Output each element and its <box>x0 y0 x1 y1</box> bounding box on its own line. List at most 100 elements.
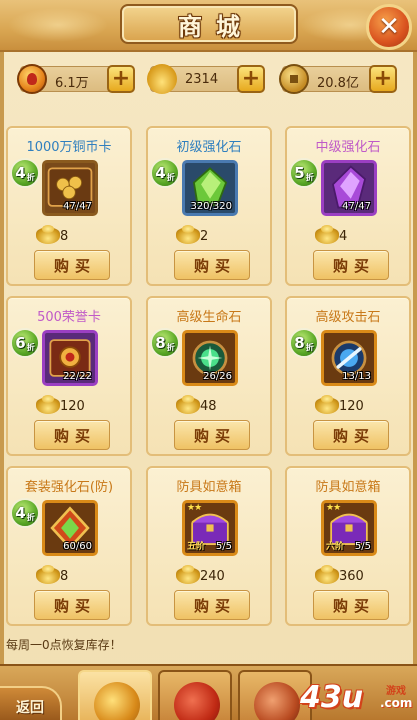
item-name: 高级攻击石 <box>315 310 381 325</box>
item-price: 8 <box>60 569 69 584</box>
add-honor-button[interactable]: + <box>107 65 135 93</box>
gold-ingot-icon <box>176 395 200 414</box>
item-slot[interactable]: 47/47 <box>42 160 98 216</box>
discount-badge: 8折 <box>150 328 180 358</box>
close-icon: ✕ <box>378 12 400 42</box>
stock-count: 5/5 <box>215 541 232 552</box>
stock-count: 60/60 <box>63 541 92 552</box>
shop-item-card: 套装强化石(防) 4折 60/60 8 购买 <box>6 466 132 626</box>
item-price: 4 <box>339 229 348 244</box>
stock-count: 47/47 <box>63 201 92 212</box>
discount-badge: 4折 <box>10 158 40 188</box>
stock-count: 5/5 <box>354 541 371 552</box>
gold-ingot-icon <box>36 395 60 414</box>
gold-ingot-icon <box>315 225 339 244</box>
gold-ingot-icon <box>36 225 60 244</box>
shop-item-card: 500荣誉卡 6折 22/22 120 购买 <box>6 296 132 456</box>
shop-item-card: 高级生命石 8折 26/26 48 购买 <box>146 296 272 456</box>
ornament-left <box>8 8 108 42</box>
item-price: 8 <box>60 229 69 244</box>
shop-item-card: 防具如意箱 ★★ 六阶 5/5 360 购买 <box>285 466 411 626</box>
shop-item-card: 高级攻击石 8折 13/13 120 购买 <box>285 296 411 456</box>
item-slot[interactable]: 60/60 <box>42 500 98 556</box>
restock-note: 每周一0点恢复库存！ <box>6 638 122 652</box>
item-slot[interactable]: 26/26 <box>182 330 238 386</box>
character-icon <box>254 682 300 720</box>
discount-badge: 5折 <box>289 158 319 188</box>
honor-medal-icon <box>17 64 47 94</box>
shop-item-card: 1000万铜币卡 4折 47/47 8 购买 <box>6 126 132 286</box>
buy-button[interactable]: 购买 <box>313 420 389 450</box>
logo-text: 43u <box>300 680 364 715</box>
item-price: 120 <box>339 399 364 414</box>
gold-ingot-icon <box>147 64 177 94</box>
item-slot[interactable]: 47/47 <box>321 160 377 216</box>
stock-count: 47/47 <box>342 201 371 212</box>
item-slot[interactable]: 13/13 <box>321 330 377 386</box>
tab-gift[interactable] <box>158 670 232 720</box>
logo-game-text: 游戏 <box>386 686 406 697</box>
buy-button[interactable]: 购买 <box>34 590 110 620</box>
item-slot[interactable]: ★★ 六阶 5/5 <box>321 500 377 556</box>
shop-item-card: 防具如意箱 ★★ 五阶 5/5 240 购买 <box>146 466 272 626</box>
buy-button[interactable]: 购买 <box>34 250 110 280</box>
star-rating-icon: ★★ <box>326 503 341 513</box>
currency-value: 6.1万 <box>55 76 89 91</box>
item-slot[interactable]: 320/320 <box>182 160 238 216</box>
stock-count: 26/26 <box>203 371 232 382</box>
buy-button[interactable]: 购买 <box>34 420 110 450</box>
add-copper-button[interactable]: + <box>369 65 397 93</box>
gold-ingot-icon <box>36 565 60 584</box>
shop-item-card: 中级强化石 5折 47/47 4 购买 <box>285 126 411 286</box>
item-tier: 五阶 <box>187 542 206 552</box>
item-name: 套装强化石(防) <box>24 480 114 495</box>
add-gold-button[interactable]: + <box>237 65 265 93</box>
item-name: 1000万铜币卡 <box>26 140 112 155</box>
shop-item-card: 初级强化石 4折 320/320 2 购买 <box>146 126 272 286</box>
item-name: 500荣誉卡 <box>37 310 101 325</box>
title-plate: 商城 <box>120 4 298 44</box>
tab-shop[interactable] <box>78 670 152 720</box>
coins-icon <box>94 682 140 720</box>
copper-coin-icon <box>279 64 309 94</box>
item-name: 初级强化石 <box>176 140 242 155</box>
header-bar: 商城 ✕ <box>0 0 417 52</box>
discount-badge: 4折 <box>10 498 40 528</box>
item-slot[interactable]: 22/22 <box>42 330 98 386</box>
currency-gold-ingot: 2314 + <box>147 64 265 94</box>
site-logo: 43u 游戏 .com <box>300 680 417 720</box>
currency-copper-coin: 20.8亿 + <box>279 64 397 94</box>
item-name: 防具如意箱 <box>176 480 242 495</box>
discount-badge: 8折 <box>289 328 319 358</box>
buy-button[interactable]: 购买 <box>313 590 389 620</box>
stock-count: 13/13 <box>342 371 371 382</box>
gold-ingot-icon <box>315 395 339 414</box>
item-name: 防具如意箱 <box>315 480 381 495</box>
item-price: 360 <box>339 569 364 584</box>
item-tier: 六阶 <box>326 542 345 552</box>
currency-value: 2314 <box>185 72 219 87</box>
page-title: 商城 <box>178 11 254 41</box>
stock-count: 320/320 <box>190 201 232 212</box>
back-button[interactable]: 返回 <box>0 686 62 720</box>
buy-button[interactable]: 购买 <box>174 590 250 620</box>
item-name: 中级强化石 <box>315 140 381 155</box>
stock-count: 22/22 <box>63 371 92 382</box>
item-name: 高级生命石 <box>176 310 242 325</box>
close-button[interactable]: ✕ <box>366 4 412 50</box>
buy-button[interactable]: 购买 <box>174 420 250 450</box>
gold-ingot-icon <box>176 565 200 584</box>
currency-value: 20.8亿 <box>317 76 359 91</box>
star-rating-icon: ★★ <box>187 503 202 513</box>
item-price: 240 <box>200 569 225 584</box>
buy-button[interactable]: 购买 <box>313 250 389 280</box>
gift-icon <box>174 682 220 720</box>
buy-button[interactable]: 购买 <box>174 250 250 280</box>
item-price: 120 <box>60 399 85 414</box>
discount-badge: 6折 <box>10 328 40 358</box>
gold-ingot-icon <box>176 225 200 244</box>
currency-honor: 6.1万 + <box>17 64 135 94</box>
item-price: 2 <box>200 229 209 244</box>
item-slot[interactable]: ★★ 五阶 5/5 <box>182 500 238 556</box>
gold-ingot-icon <box>315 565 339 584</box>
